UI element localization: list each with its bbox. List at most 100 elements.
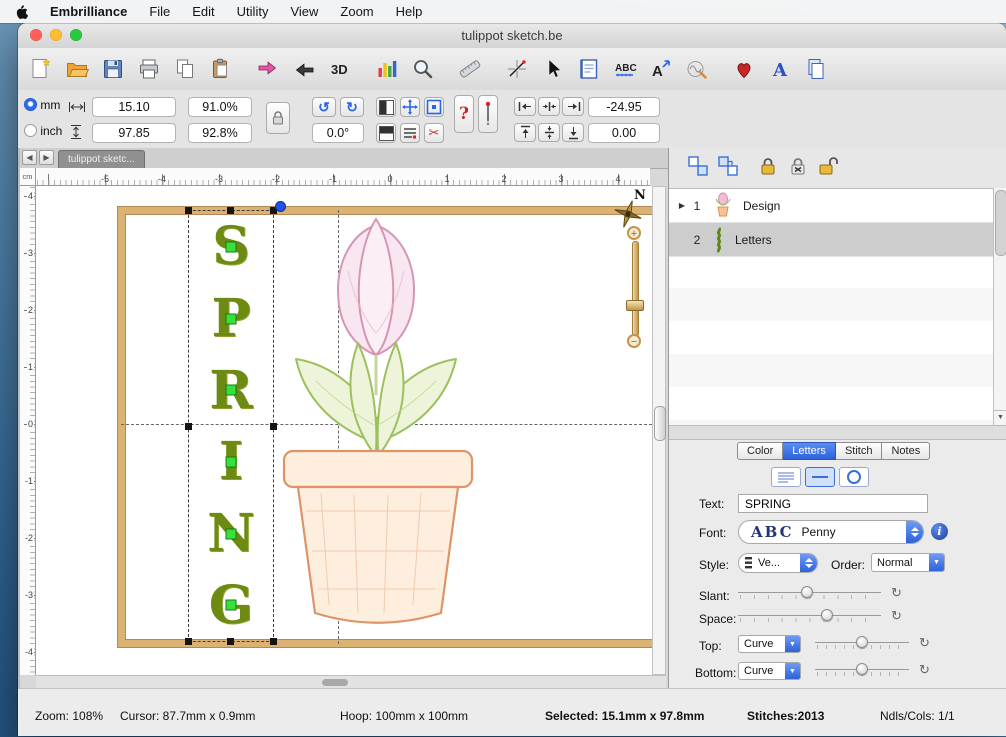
selection-handle[interactable] (270, 423, 277, 430)
bottom-slider-thumb[interactable] (856, 663, 868, 675)
selection-handle[interactable] (185, 638, 192, 645)
canvas-zoom-slider[interactable]: + − (626, 226, 644, 352)
object-row-design[interactable]: ▶ 1 Design (669, 189, 993, 223)
position-y-field[interactable]: 0.00 (588, 123, 660, 143)
lock-exclude-button[interactable] (785, 154, 811, 180)
save-design-button[interactable] (96, 52, 130, 86)
design-letter[interactable]: R (189, 354, 273, 426)
zoom-slider-handle[interactable] (626, 300, 644, 311)
rotation-field[interactable]: 0.0° (312, 123, 364, 143)
zoom-tool-button[interactable] (406, 52, 440, 86)
layout-circle-button[interactable] (839, 467, 869, 487)
menu-item-file[interactable]: File (149, 4, 170, 19)
measure-tool-button[interactable] (453, 52, 487, 86)
rotate-ccw-button[interactable]: ↺ (312, 97, 336, 117)
unit-mm-radio[interactable]: mm (24, 98, 60, 112)
letter-node[interactable] (226, 528, 237, 539)
layout-multiline-button[interactable] (771, 467, 801, 487)
menu-item-edit[interactable]: Edit (192, 4, 214, 19)
selection-handle[interactable] (185, 423, 192, 430)
layout-singleline-button[interactable] (805, 467, 835, 487)
font-stepper[interactable] (906, 521, 923, 543)
top-style-dropdown[interactable]: Curve ▼ (738, 635, 801, 653)
tab-back-button[interactable]: ◀ (22, 150, 37, 165)
slant-slider-thumb[interactable] (801, 586, 813, 598)
tulip-design[interactable] (276, 211, 636, 641)
open-design-button[interactable] (60, 52, 94, 86)
font-dropdown[interactable]: ABC Penny (738, 520, 924, 544)
mirror-vertical-button[interactable] (376, 123, 396, 143)
copy-page-button[interactable] (799, 52, 833, 86)
style-dropdown[interactable]: Ve... (738, 553, 818, 573)
selection-handle[interactable] (227, 638, 234, 645)
title-bar[interactable]: tulippot sketch.be (18, 23, 1006, 49)
bottom-envelope-slider[interactable] (815, 663, 909, 677)
design-letter[interactable]: I (189, 426, 273, 498)
design-letter[interactable]: S (189, 211, 273, 283)
baseline-button[interactable] (400, 123, 420, 143)
zoom-in-button[interactable]: + (627, 226, 641, 240)
trim-button[interactable]: ✂ (424, 123, 444, 143)
scroll-down-arrow[interactable]: ▼ (994, 410, 1006, 425)
bottom-reset-button[interactable]: ↻ (919, 663, 930, 676)
minimize-button[interactable] (50, 29, 62, 41)
menu-item-zoom[interactable]: Zoom (340, 4, 373, 19)
proportional-lock-button[interactable] (266, 102, 290, 134)
bottom-style-dropdown[interactable]: Curve ▼ (738, 662, 801, 680)
tab-color[interactable]: Color (737, 442, 783, 460)
space-slider-thumb[interactable] (821, 609, 833, 621)
position-x-field[interactable]: -24.95 (588, 97, 660, 117)
canvas-vertical-scrollbar[interactable] (652, 186, 666, 675)
fit-to-hoop-button[interactable] (424, 97, 444, 117)
design-letter[interactable]: P (189, 283, 273, 355)
top-reset-button[interactable]: ↻ (919, 636, 930, 649)
align-bottom-button[interactable] (562, 123, 584, 142)
selection-handle[interactable] (227, 207, 234, 214)
object-list-scrollbar[interactable]: ▼ (993, 188, 1006, 425)
center-design-button[interactable] (400, 97, 420, 117)
merge-objects-button[interactable] (715, 154, 741, 180)
order-dropdown[interactable]: Normal ▼ (871, 553, 945, 572)
redraw-forward-button[interactable] (251, 52, 285, 86)
tab-forward-button[interactable]: ▶ (39, 150, 54, 165)
unlock-object-button[interactable] (815, 154, 841, 180)
design-letter[interactable]: N (189, 498, 273, 570)
letter-node[interactable] (226, 456, 237, 467)
letter-node[interactable] (226, 241, 237, 252)
tab-letters[interactable]: Letters (783, 442, 836, 460)
style-stepper[interactable] (800, 554, 817, 572)
mirror-horizontal-button[interactable] (376, 97, 396, 117)
three-d-view-button[interactable]: 3D (323, 52, 357, 86)
zoom-slider-track[interactable] (632, 241, 639, 337)
zoom-window-button[interactable] (70, 29, 82, 41)
menu-item-help[interactable]: Help (396, 4, 423, 19)
stitch-edit-button[interactable] (500, 52, 534, 86)
font-info-button[interactable]: i (931, 523, 948, 540)
selection-handle[interactable] (270, 638, 277, 645)
disclosure-triangle-icon[interactable]: ▶ (675, 201, 689, 210)
close-button[interactable] (30, 29, 42, 41)
lock-object-button[interactable] (755, 154, 781, 180)
align-right-button[interactable] (562, 97, 584, 116)
lettering-button[interactable]: ABC (608, 52, 642, 86)
copy-button[interactable] (168, 52, 202, 86)
design-letter[interactable]: G (189, 569, 273, 641)
width-field[interactable]: 15.10 (92, 97, 176, 117)
document-tab[interactable]: tulippot sketc... (58, 150, 145, 168)
height-percent-field[interactable]: 92.8% (188, 123, 252, 143)
align-middle-v-button[interactable] (538, 123, 560, 142)
redraw-back-button[interactable] (287, 52, 321, 86)
rotate-cw-button[interactable]: ↻ (340, 97, 364, 117)
stipple-tool-button[interactable] (680, 52, 714, 86)
resize-letters-button[interactable]: A (644, 52, 678, 86)
rotation-handle[interactable] (275, 201, 286, 212)
tab-notes[interactable]: Notes (882, 442, 930, 460)
top-envelope-slider[interactable] (815, 636, 909, 650)
panel-splitter[interactable] (669, 425, 1006, 440)
menu-item-view[interactable]: View (290, 4, 318, 19)
design-viewport[interactable]: SPRING N (36, 186, 652, 675)
space-reset-button[interactable]: ↻ (891, 609, 902, 622)
stitch-simulator-button[interactable] (370, 52, 404, 86)
zoom-out-button[interactable]: − (627, 334, 641, 348)
space-slider[interactable] (738, 609, 881, 623)
